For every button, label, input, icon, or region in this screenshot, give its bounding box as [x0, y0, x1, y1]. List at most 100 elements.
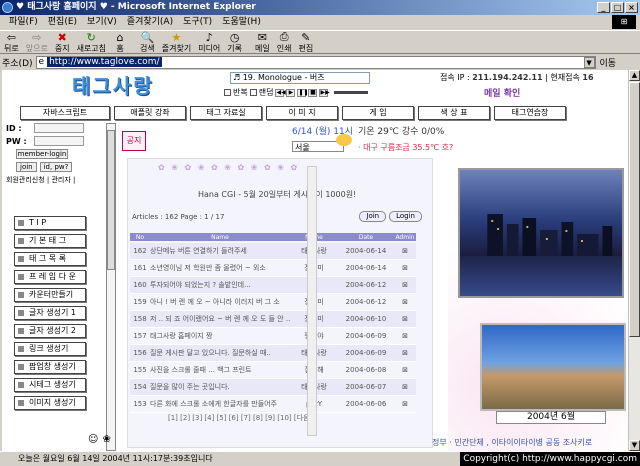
scroll-up-icon[interactable]: ▲ [629, 70, 640, 81]
repeat-checkbox[interactable] [224, 89, 231, 96]
board-decoration: ✿ ❀ ✿ ❀ ✿ ❀ ✿ ❀ ✿ ❀ ✿ [158, 163, 300, 172]
side-scrollbar[interactable] [106, 123, 116, 451]
mail-check-link[interactable]: 메일 확인 [484, 86, 520, 99]
landscape-photo [480, 323, 626, 411]
prev-icon[interactable]: ◀◀ [275, 88, 286, 97]
stop-icon[interactable]: ■ [308, 88, 318, 97]
side-item-image-gen[interactable]: 이미지 생성기 [14, 396, 86, 410]
side-item-text-gen-2[interactable]: 글자 생성기 2 [14, 324, 86, 338]
board-login-button[interactable]: Login [389, 211, 422, 222]
status-bar: 오늘은 월요일 6월 14일 2004년 11시:17분:39초입니다 Copy… [0, 451, 640, 466]
scroll-down-icon[interactable]: ▼ [629, 440, 640, 451]
delete-icon: ⊠ [402, 247, 408, 255]
menu-file[interactable]: 파일(F) [4, 15, 43, 29]
table-row[interactable]: 159아니 ! 버 렌 께 오 ~ 아니라 이러지 버 그 소장주미2004-0… [130, 294, 416, 311]
side-scroll-thumb[interactable] [107, 130, 115, 270]
register-note[interactable]: 회원관리신청 | 관리자 | [6, 175, 84, 185]
table-row[interactable]: 153다른 화에 스크롤 소에게 한글자를 만들어주purY2004-06-06… [130, 396, 416, 413]
table-row[interactable]: 157태그사랑 홈페이지 짱짱이야2004-06-09⊠ [130, 328, 416, 345]
browser-scrollbar[interactable]: ▲ ▼ [628, 70, 640, 451]
side-item-counter[interactable]: 카운터만들기 [14, 288, 86, 302]
table-row[interactable]: 160투자되어야 되었는지 ? 솔밭인데...수2004-06-12⊠ [130, 277, 416, 294]
join-button[interactable]: join [16, 162, 37, 172]
board-article-count: Articles : 162 Page : 1 / 17 [132, 213, 225, 221]
nav-tag-archive[interactable]: 태그 자료실 [190, 106, 262, 120]
board-scrollbar[interactable] [307, 166, 317, 436]
menu-view[interactable]: 보기(V) [82, 15, 122, 29]
face-icon[interactable]: ☺ [88, 434, 98, 445]
table-row[interactable]: 158저 .. 되 죠 어이랬어요 ~ 버 렌 께 오 도 들 안 ..장주미2… [130, 311, 416, 328]
side-item-sitag-gen[interactable]: 시테그 생성기 [14, 378, 86, 392]
mail-button[interactable]: ✉ 메일 [255, 31, 270, 54]
side-menu: T I P 기 본 태 그 태 그 목 록 프 레 임 다 운 카운터만들기 글… [14, 216, 86, 410]
delete-icon: ⊠ [402, 366, 408, 374]
address-url: http://www.taglove.com/ [47, 57, 162, 67]
next-icon[interactable]: ▶▶ [319, 88, 330, 97]
side-item-basic-tag[interactable]: 기 본 태 그 [14, 234, 86, 248]
menu-help[interactable]: 도움말(H) [217, 15, 266, 29]
random-checkbox[interactable] [249, 89, 257, 96]
nav-image[interactable]: 이 미 지 [266, 106, 338, 120]
menu-edit[interactable]: 편집(E) [43, 15, 82, 29]
chevron-down-icon[interactable]: ▼ [583, 56, 595, 68]
nav-applet[interactable]: 애플릿 강좌 [114, 106, 186, 120]
music-player: 반복 랜덤 ◀◀ ▶ ❚❚ ■ ▶▶ [224, 87, 369, 98]
id-input[interactable] [34, 123, 84, 133]
find-id-button[interactable]: id, pw? [39, 162, 73, 172]
address-label: 주소(D) [2, 58, 33, 69]
edit-button[interactable]: ✎ 편집 [299, 31, 314, 54]
menu-favorites[interactable]: 즐겨찾기(A) [122, 15, 178, 29]
stop-button[interactable]: ✖ 중지 [55, 31, 70, 54]
delete-icon: ⊠ [402, 400, 408, 408]
window-title: ♥ 태그사랑 홈페이지 ♥ - Microsoft Internet Explo… [16, 2, 256, 12]
top-nav: 자바스크립트 애플릿 강좌 태그 자료실 이 미 지 게 임 색 상 표 태그연… [20, 106, 566, 120]
volume-slider[interactable] [334, 91, 369, 94]
media-button[interactable]: ♪ 미디어 [198, 31, 220, 54]
nav-tag-practice[interactable]: 태그연습장 [494, 106, 566, 120]
sun-cloud-icon [336, 134, 352, 146]
water-reflection [460, 256, 622, 296]
side-item-frame-down[interactable]: 프 레 임 다 운 [14, 270, 86, 284]
side-item-link-gen[interactable]: 링크 생성기 [14, 342, 86, 356]
history-button[interactable]: ◷ 기록 [227, 31, 242, 54]
pause-icon[interactable]: ❚❚ [297, 88, 309, 97]
go-button[interactable]: 이동 [600, 56, 617, 69]
nav-color-table[interactable]: 색 상 표 [418, 106, 490, 120]
favorites-button[interactable]: ★ 즐겨찾기 [162, 31, 191, 54]
forward-button[interactable]: ⇨ 앞으로 [26, 31, 48, 54]
home-button[interactable]: ⌂ 홈 [113, 31, 127, 54]
side-item-popup-gen[interactable]: 팝업창 생성기 [14, 360, 86, 374]
notice-badge[interactable]: 공지 [122, 131, 146, 151]
refresh-button[interactable]: ↻ 새로고침 [77, 31, 106, 54]
maximize-button[interactable]: □ [611, 2, 624, 13]
side-item-text-gen-1[interactable]: 글자 생성기 1 [14, 306, 86, 320]
skyline-image [487, 214, 613, 256]
back-button[interactable]: ⇦ 뒤로 [4, 31, 19, 54]
table-row[interactable]: 154질문을 많이 주는 곳입니다.태그사랑2004-06-07⊠ [130, 379, 416, 396]
search-button[interactable]: 🔍 검색 [140, 31, 155, 54]
table-row[interactable]: 161소년영이님 저 학원만 좀 올렸어 ~ 외소장주미2004-06-14⊠ [130, 260, 416, 277]
board-join-button[interactable]: Join [359, 211, 387, 222]
print-button[interactable]: ⎙ 인쇄 [277, 30, 292, 54]
member-login-button[interactable]: member-login [16, 149, 68, 159]
minimize-button[interactable]: _ [597, 2, 610, 13]
menu-tools[interactable]: 도구(T) [178, 15, 217, 29]
nav-javascript[interactable]: 자바스크립트 [20, 106, 110, 120]
news-ticker[interactable]: 정부 · 민간단체 , 이타이이타이병 공동 조사키로 [432, 437, 592, 448]
pw-input[interactable] [34, 136, 84, 146]
table-row[interactable]: 155사진을 스크롤 줄때 ... 백그 프린트질문해2004-06-08⊠ [130, 362, 416, 379]
site-logo[interactable]: 태그사랑 [72, 70, 154, 99]
delete-icon: ⊠ [402, 315, 408, 323]
table-row[interactable]: 162상단메뉴 버튼 연결하기 들려주세태그사랑2004-06-14⊠ [130, 243, 416, 260]
nav-game[interactable]: 게 임 [342, 106, 414, 120]
close-button[interactable]: × [625, 2, 638, 13]
play-icon[interactable]: ▶ [286, 88, 296, 97]
address-input[interactable]: e http://www.taglove.com/ ▼ [35, 55, 596, 69]
flower-icon[interactable]: ❀ [102, 434, 110, 445]
city-night-photo [458, 168, 624, 298]
board-pagination[interactable]: [1] [2] [3] [4] [5] [6] [7] [8] [9] [10]… [168, 413, 312, 423]
table-row[interactable]: 156질문 게시판 달고 있으니다. 질문하실 때..태그사랑2004-06-0… [130, 345, 416, 362]
scroll-thumb[interactable] [629, 82, 640, 337]
side-item-tip[interactable]: T I P [14, 216, 86, 230]
side-item-tag-list[interactable]: 태 그 목 록 [14, 252, 86, 266]
